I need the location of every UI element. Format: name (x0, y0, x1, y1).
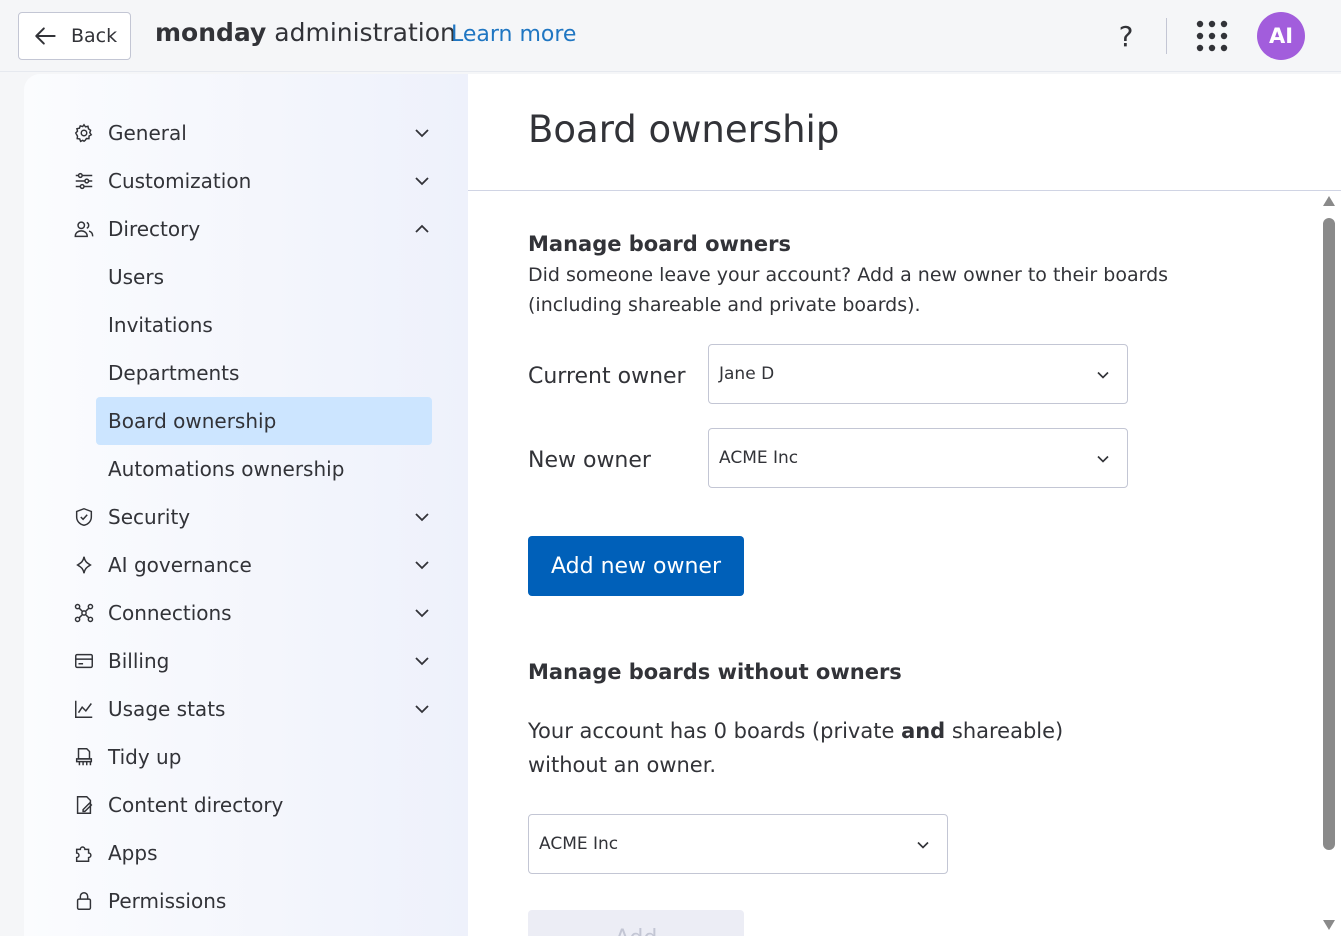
puzzle-icon (75, 846, 92, 862)
document-icon (76, 796, 93, 814)
chevron-down-icon (415, 609, 429, 618)
gear-icon (74, 123, 93, 143)
sidebar-subitem-departments[interactable]: Departments (96, 349, 432, 397)
page-title: Board ownership (528, 108, 840, 151)
current-owner-label: Current owner (528, 364, 686, 389)
help-icon[interactable]: ? (1112, 18, 1140, 54)
top-bar: Back monday administration Learn more ? … (0, 0, 1341, 72)
add-button-disabled[interactable]: Add (528, 910, 744, 936)
sidebar-item-label: Content directory (108, 793, 284, 817)
back-button[interactable]: Back (18, 12, 131, 60)
back-label: Back (71, 25, 118, 47)
sidebar-item-label: General (108, 121, 187, 145)
sidebar-item-general[interactable]: General (72, 112, 434, 154)
chevron-down-icon (415, 561, 429, 570)
sidebar-subitem-invitations[interactable]: Invitations (96, 301, 432, 349)
manage-owners-description: Did someone leave your account? Add a ne… (528, 264, 1169, 316)
chevron-down-icon (917, 841, 929, 849)
brand-name: monday (155, 18, 267, 47)
shield-icon (75, 507, 93, 527)
billing-icon (75, 653, 93, 669)
new-owner-value: ACME Inc (719, 448, 799, 468)
sparkle-icon (76, 556, 92, 574)
sidebar-item-label: Usage stats (108, 697, 226, 721)
without-owners-dropdown[interactable]: ACME Inc (528, 814, 948, 874)
topbar-divider (1166, 18, 1167, 54)
sidebar-item-label: Permissions (108, 889, 227, 913)
brand-suffix: administration (266, 18, 456, 47)
sidebar-item-connections[interactable]: Connections (72, 592, 434, 634)
chevron-down-icon (1097, 455, 1109, 463)
manage-owners-title: Manage board owners (528, 232, 791, 256)
sidebar-item-directory[interactable]: Directory (72, 208, 434, 250)
connections-icon (74, 603, 94, 623)
current-owner-value: Jane D (719, 364, 775, 384)
sidebar-item-label: Security (108, 505, 191, 529)
chevron-down-icon (415, 657, 429, 666)
new-owner-dropdown[interactable]: ACME Inc (708, 428, 1128, 488)
broom-icon (75, 748, 93, 766)
chart-icon (75, 700, 93, 718)
add-new-owner-button[interactable]: Add new owner (528, 536, 744, 596)
sidebar-item-label: Apps (108, 841, 158, 865)
sidebar-item-usage-stats[interactable]: Usage stats (72, 688, 434, 730)
apps-grid-icon[interactable] (1196, 20, 1228, 52)
chevron-down-icon (415, 177, 429, 186)
sidebar-subitem-board-ownership[interactable]: Board ownership (96, 397, 432, 445)
sidebar-item-label: Connections (108, 601, 232, 625)
chevron-down-icon (415, 129, 429, 138)
sidebar-subitem-users[interactable]: Users (96, 253, 432, 301)
sidebar-item-billing[interactable]: Billing (72, 640, 434, 682)
sidebar-item-label: Directory (108, 217, 201, 241)
sidebar-item-label: Customization (108, 169, 252, 193)
title-divider (468, 190, 1341, 191)
desc-text: Your account has 0 boards (private (528, 719, 902, 743)
sidebar-item-content-directory[interactable]: Content directory (72, 784, 434, 826)
sidebar-item-label: Billing (108, 649, 170, 673)
sliders-icon (75, 172, 93, 190)
learn-more-link[interactable]: Learn more (451, 22, 576, 47)
scrollbar[interactable] (1320, 192, 1338, 932)
chevron-down-icon (1097, 371, 1109, 379)
without-owners-title: Manage boards without owners (528, 660, 902, 684)
sidebar-item-label: Tidy up (108, 745, 182, 769)
chevron-down-icon (415, 705, 429, 714)
sidebar-subitem-automations-ownership[interactable]: Automations ownership (96, 445, 432, 493)
sidebar-item-tidy-up[interactable]: Tidy up (72, 736, 434, 778)
scroll-down-arrow[interactable] (1323, 920, 1335, 930)
sidebar-item-permissions[interactable]: Permissions (72, 880, 434, 922)
users-icon (74, 221, 94, 238)
chevron-up-icon (415, 224, 429, 233)
sidebar-item-apps[interactable]: Apps (72, 832, 434, 874)
avatar[interactable]: AI (1257, 12, 1305, 60)
main-panel: Board ownership Manage board owners Did … (468, 74, 1341, 936)
app-title: monday administration (155, 18, 456, 47)
sidebar-item-customization[interactable]: Customization (72, 160, 434, 202)
arrow-left-icon (35, 27, 56, 45)
chevron-down-icon (415, 513, 429, 522)
without-owners-value: ACME Inc (539, 834, 619, 854)
scroll-thumb[interactable] (1323, 218, 1335, 850)
desc-bold: and (901, 719, 946, 743)
sidebar: General Customization Directory Users In… (24, 74, 468, 936)
current-owner-dropdown[interactable]: Jane D (708, 344, 1128, 404)
without-owners-description: Your account has 0 boards (private and s… (528, 714, 1088, 782)
new-owner-label: New owner (528, 448, 651, 473)
lock-icon (76, 892, 92, 910)
sidebar-item-security[interactable]: Security (72, 496, 434, 538)
sidebar-item-ai-governance[interactable]: AI governance (72, 544, 434, 586)
sidebar-item-label: AI governance (108, 553, 252, 577)
scroll-up-arrow[interactable] (1323, 196, 1335, 206)
